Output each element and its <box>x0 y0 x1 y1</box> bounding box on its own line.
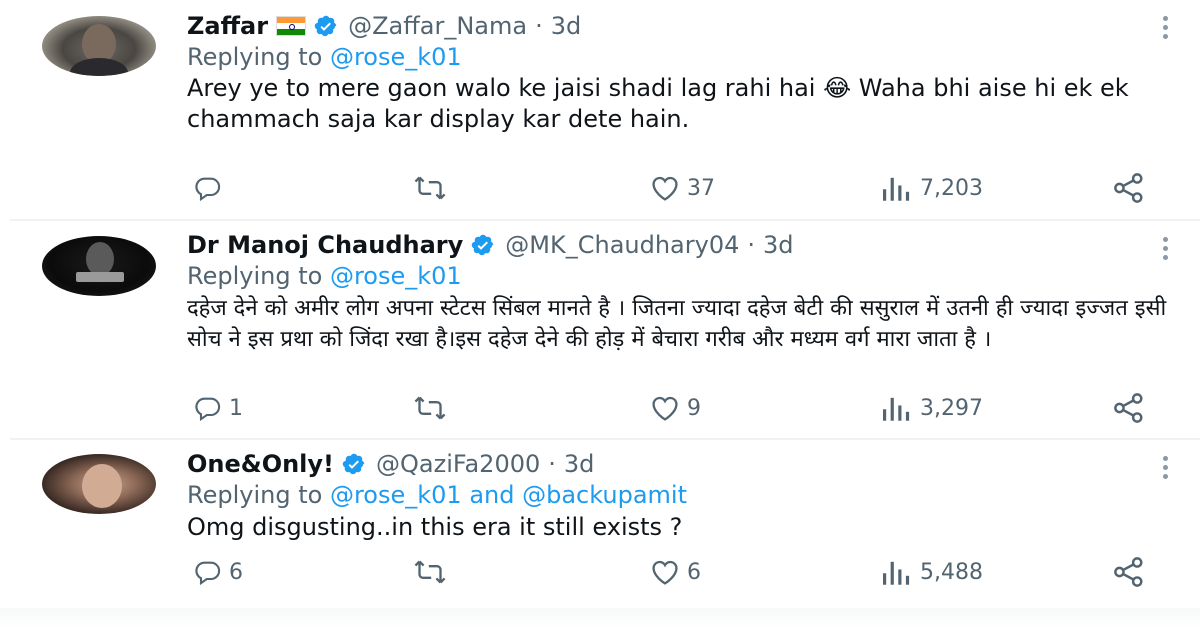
mention-link[interactable]: @rose_k01 <box>330 43 462 71</box>
views-button[interactable]: 7,203 <box>880 172 983 204</box>
display-name[interactable]: One&Only! <box>187 450 334 478</box>
like-count: 6 <box>687 559 701 585</box>
tweet[interactable]: Zaffar @Zaffar_Nama · 3d Replying to @ro… <box>0 0 1200 220</box>
mention-link[interactable]: @rose_k01 <box>330 262 462 290</box>
tweet-header: Dr Manoj Chaudhary @MK_Chaudhary04 · 3d <box>187 230 794 260</box>
avatar[interactable] <box>42 454 156 514</box>
share-icon <box>1114 173 1143 203</box>
views-button[interactable]: 5,488 <box>880 556 983 588</box>
user-handle[interactable]: @QaziFa2000 <box>376 450 540 478</box>
replying-to-label: Replying to <box>187 43 323 71</box>
avatar[interactable] <box>42 16 156 76</box>
replying-to: Replying to @rose_k01 and @backupamit <box>187 481 687 509</box>
reply-button[interactable]: 6 <box>193 556 243 588</box>
more-options-icon[interactable] <box>1160 16 1170 42</box>
retweet-icon <box>414 176 446 200</box>
reply-count: 6 <box>229 559 243 585</box>
verified-badge-icon <box>342 453 365 475</box>
share-button[interactable] <box>1112 392 1146 424</box>
timestamp[interactable]: 3d <box>564 450 595 478</box>
action-bar: 6 6 5,488 <box>0 556 1200 588</box>
views-icon <box>883 177 910 201</box>
share-icon <box>1114 393 1143 423</box>
share-button[interactable] <box>1112 172 1146 204</box>
retweet-button[interactable] <box>413 392 447 424</box>
timestamp[interactable]: 3d <box>551 12 582 40</box>
tweet[interactable]: Dr Manoj Chaudhary @MK_Chaudhary04 · 3d … <box>0 221 1200 438</box>
display-name[interactable]: Zaffar <box>187 12 268 40</box>
reply-button[interactable]: 1 <box>193 392 243 424</box>
replying-to: Replying to @rose_k01 <box>187 43 462 71</box>
retweet-button[interactable] <box>413 172 447 204</box>
india-flag-icon <box>276 16 307 36</box>
tweet[interactable]: One&Only! @QaziFa2000 · 3d Replying to @… <box>0 440 1200 605</box>
replying-to-label: Replying to <box>187 481 323 509</box>
retweet-icon <box>414 396 446 420</box>
user-handle[interactable]: @Zaffar_Nama <box>348 12 527 40</box>
view-count: 3,297 <box>920 395 983 421</box>
like-button[interactable]: 9 <box>649 392 701 424</box>
retweet-button[interactable] <box>413 556 447 588</box>
like-icon <box>652 560 678 585</box>
tweet-header: One&Only! @QaziFa2000 · 3d <box>187 449 594 479</box>
views-icon <box>883 397 910 421</box>
retweet-icon <box>414 560 446 584</box>
reply-icon <box>195 561 221 586</box>
action-bar: 1 9 3,297 <box>0 392 1200 424</box>
reply-icon <box>195 397 221 422</box>
tweet-text: दहेज देने को अमीर लोग अपना स्टेटस सिंबल … <box>187 296 1167 352</box>
more-options-icon[interactable] <box>1160 237 1170 263</box>
like-count: 9 <box>687 395 701 421</box>
tweet-header: Zaffar @Zaffar_Nama · 3d <box>187 11 581 41</box>
views-button[interactable]: 3,297 <box>880 392 983 424</box>
separator-dot: · <box>548 450 556 478</box>
replying-to-label: Replying to <box>187 262 323 290</box>
like-button[interactable]: 6 <box>649 556 701 588</box>
separator-dot: · <box>747 231 756 259</box>
user-handle[interactable]: @MK_Chaudhary04 <box>505 231 739 259</box>
like-icon <box>652 176 678 201</box>
next-tweet-edge <box>0 608 1200 628</box>
replying-to: Replying to @rose_k01 <box>187 262 462 290</box>
reply-icon <box>195 177 221 202</box>
mention-link[interactable]: @rose_k01 and @backupamit <box>330 481 687 509</box>
share-icon <box>1114 557 1143 587</box>
more-options-icon[interactable] <box>1160 456 1170 482</box>
like-button[interactable]: 37 <box>649 172 715 204</box>
reply-count: 1 <box>229 395 243 421</box>
verified-badge-icon <box>472 234 494 256</box>
like-icon <box>652 396 678 421</box>
timestamp[interactable]: 3d <box>763 231 794 259</box>
views-icon <box>883 561 910 585</box>
like-count: 37 <box>687 175 715 201</box>
separator-dot: · <box>535 12 543 40</box>
view-count: 7,203 <box>920 175 983 201</box>
display-name[interactable]: Dr Manoj Chaudhary <box>187 231 463 259</box>
action-bar: 37 7,203 <box>0 172 1200 204</box>
avatar[interactable] <box>42 236 156 296</box>
share-button[interactable] <box>1112 556 1146 588</box>
reply-button[interactable] <box>193 172 229 204</box>
view-count: 5,488 <box>920 559 983 585</box>
verified-badge-icon <box>314 15 337 37</box>
tweet-text: Arey ye to mere gaon walo ke jaisi shadi… <box>187 74 1129 133</box>
tweet-text: Omg disgusting..in this era it still exi… <box>187 513 683 541</box>
